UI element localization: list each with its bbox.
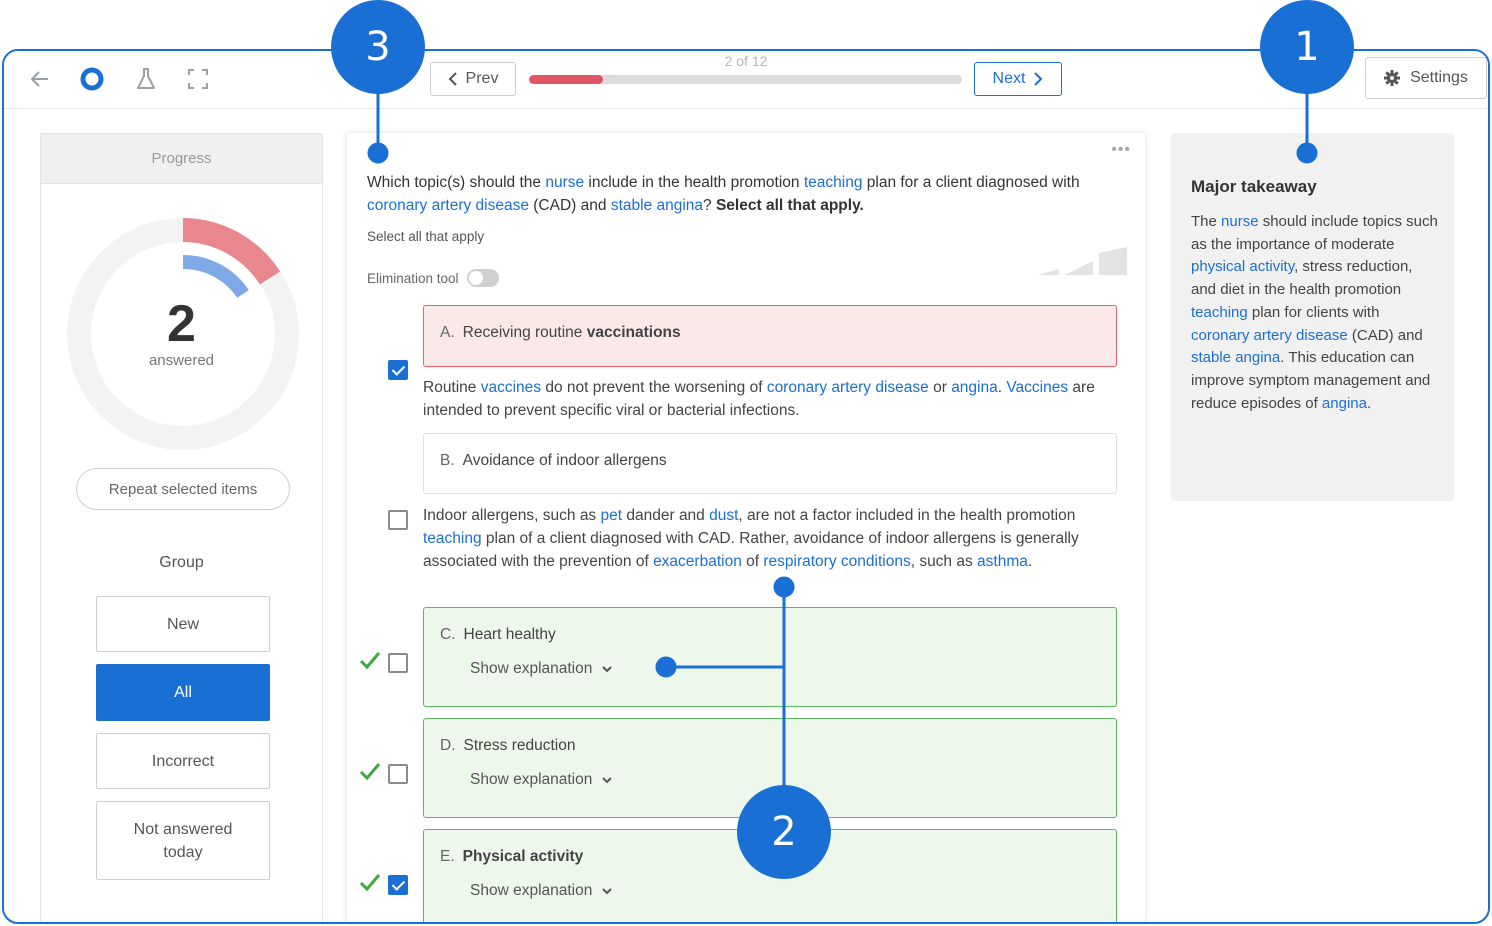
group-heading: Group [159, 554, 204, 571]
app-logo-icon[interactable] [78, 65, 106, 93]
option-a[interactable]: A. Receiving routine vaccinations [423, 305, 1117, 367]
option-c[interactable]: C. Heart healthy Show explanation [423, 607, 1117, 707]
progress-counter: 2 of 12 [724, 53, 768, 69]
chevron-down-icon [602, 666, 613, 673]
option-a-checkbox[interactable] [388, 360, 408, 380]
callout-3: 3 [331, 0, 425, 94]
option-b[interactable]: B. Avoidance of indoor allergens [423, 433, 1117, 494]
term-link[interactable]: nurse [545, 174, 584, 191]
flask-icon[interactable] [132, 65, 160, 93]
show-explanation-toggle[interactable]: Show explanation [470, 660, 613, 678]
show-explanation-toggle[interactable]: Show explanation [470, 771, 613, 789]
term-link[interactable]: nurse [1221, 213, 1259, 230]
option-d-checkbox[interactable] [388, 764, 408, 784]
option-e-checkbox[interactable] [388, 875, 408, 895]
fullscreen-icon[interactable] [184, 65, 212, 93]
term-link[interactable]: stable angina [1191, 349, 1280, 366]
correct-check-icon [359, 763, 381, 781]
term-link[interactable]: asthma [977, 553, 1028, 570]
term-link[interactable]: physical activity [1191, 258, 1294, 275]
answered-label: answered [148, 352, 215, 369]
instruction-text: Select all that apply [367, 229, 485, 244]
correct-check-icon [359, 874, 381, 892]
show-explanation-toggle[interactable]: Show explanation [470, 882, 613, 900]
term-link[interactable]: exacerbation [653, 553, 742, 570]
settings-button[interactable]: Settings [1365, 57, 1487, 99]
chevron-down-icon [602, 888, 613, 895]
term-link[interactable]: dust [709, 507, 738, 524]
correct-check-icon [359, 652, 381, 670]
term-link[interactable]: vaccines [481, 379, 541, 396]
next-label: Next [992, 70, 1026, 87]
next-button[interactable]: Next [974, 62, 1062, 96]
group-not-answered-button[interactable]: Not answered today [96, 801, 270, 880]
term-link[interactable]: respiratory conditions [763, 553, 910, 570]
chevron-right-icon [1034, 72, 1043, 86]
callout-1: 1 [1260, 0, 1354, 94]
chevron-left-icon [448, 72, 457, 86]
question-stem: Which topic(s) should the nurse include … [367, 174, 1080, 214]
repeat-selected-button[interactable]: Repeat selected items [76, 468, 290, 510]
term-link[interactable]: coronary artery disease [367, 197, 529, 214]
group-all-button[interactable]: All [96, 664, 270, 721]
prev-button[interactable]: Prev [430, 62, 516, 96]
elimination-label: Elimination tool [367, 270, 459, 286]
callout-2: 2 [737, 785, 831, 879]
group-new-button[interactable]: New [96, 596, 270, 652]
progress-panel-header: Progress [41, 134, 322, 184]
takeaway-panel: Major takeaway The nurse should include … [1171, 133, 1454, 501]
term-link[interactable]: angina [1322, 395, 1367, 412]
term-link[interactable]: stable angina [611, 197, 703, 214]
term-link[interactable]: angina [951, 379, 998, 396]
term-link[interactable]: teaching [804, 174, 863, 191]
answered-count: 2 [167, 295, 196, 353]
term-link[interactable]: pet [601, 507, 623, 524]
chevron-down-icon [602, 777, 613, 784]
prev-label: Prev [465, 70, 499, 87]
back-arrow-icon[interactable] [26, 65, 54, 93]
settings-label: Settings [1410, 69, 1468, 86]
option-c-checkbox[interactable] [388, 653, 408, 673]
term-link[interactable]: teaching [423, 530, 482, 547]
elimination-toggle[interactable] [466, 269, 499, 287]
progress-panel: Progress 2 answered Repeat selected item… [40, 133, 323, 922]
option-a-explanation: Routine vaccines do not prevent the wors… [423, 379, 1095, 419]
elimination-tool[interactable]: Elimination tool [367, 269, 499, 287]
term-link[interactable]: Vaccines [1006, 379, 1068, 396]
progress-bar [529, 75, 962, 84]
difficulty-bars-icon [1037, 247, 1127, 275]
app-window: Prev 2 of 12 Next Settings Progress 2 an… [2, 49, 1490, 924]
term-link[interactable]: coronary artery disease [767, 379, 929, 396]
group-incorrect-button[interactable]: Incorrect [96, 733, 270, 789]
more-options-icon[interactable]: ••• [1111, 141, 1131, 159]
donut-answered-arc [182, 254, 249, 299]
term-link[interactable]: coronary artery disease [1191, 327, 1348, 344]
gear-icon [1384, 70, 1401, 86]
option-b-explanation: Indoor allergens, such as pet dander and… [423, 507, 1079, 570]
option-b-checkbox[interactable] [388, 510, 408, 530]
takeaway-title: Major takeaway [1191, 177, 1317, 196]
term-link[interactable]: teaching [1191, 304, 1248, 321]
takeaway-body: The nurse should include topics such as … [1191, 213, 1438, 412]
progress-fill [529, 75, 603, 84]
